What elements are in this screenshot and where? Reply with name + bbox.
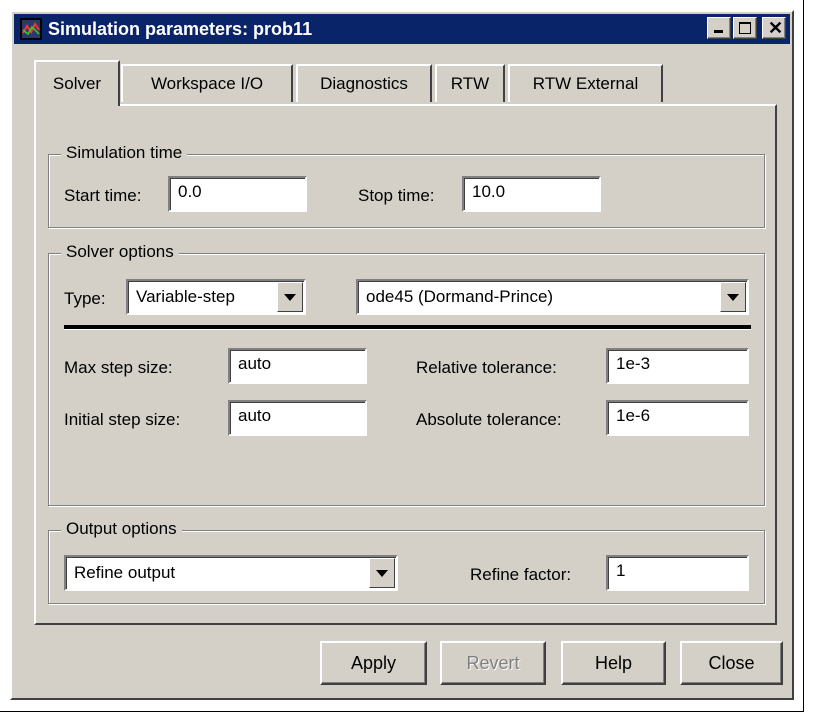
tab-label: RTW	[450, 74, 490, 93]
solver-method-select[interactable]: ode45 (Dormand-Prince)	[356, 279, 749, 315]
output-options-select[interactable]: Refine output	[64, 555, 398, 591]
minimize-icon	[714, 30, 723, 33]
stop-time-input[interactable]: 10.0	[462, 176, 601, 212]
title-bar[interactable]: Simulation parameters: prob11 ✕	[14, 14, 790, 44]
close-icon: ✕	[768, 18, 784, 38]
max-step-label: Max step size:	[64, 358, 173, 377]
solver-type-label: Type:	[64, 289, 106, 308]
refine-factor-input[interactable]: 1	[606, 555, 749, 591]
group-legend: Output options	[61, 519, 182, 539]
close-label: Close	[708, 652, 755, 673]
help-label: Help	[594, 652, 633, 673]
absolute-tolerance-input[interactable]: 1e-6	[606, 400, 749, 436]
dropdown-button[interactable]	[277, 282, 303, 312]
initial-step-input[interactable]: auto	[228, 400, 367, 436]
tab-label: RTW External	[532, 74, 639, 93]
maximize-button[interactable]	[733, 17, 757, 39]
stop-time-label: Stop time:	[358, 186, 435, 205]
output-options-value: Refine output	[74, 563, 176, 582]
solver-type-value: Variable-step	[136, 287, 235, 306]
revert-label: Revert	[466, 652, 520, 673]
simulink-app-icon	[20, 18, 42, 40]
chevron-down-icon	[376, 570, 388, 577]
help-button[interactable]: Help	[561, 641, 666, 685]
apply-button[interactable]: Apply	[320, 641, 427, 685]
solver-type-select[interactable]: Variable-step	[126, 279, 306, 315]
relative-tolerance-label: Relative tolerance:	[416, 358, 557, 377]
chevron-down-icon	[727, 294, 739, 301]
solver-method-value: ode45 (Dormand-Prince)	[366, 287, 554, 306]
tab-label: Workspace I/O	[150, 74, 264, 93]
solver-separator	[64, 325, 751, 330]
tab-rtw-external[interactable]: RTW External	[508, 64, 663, 102]
initial-step-label: Initial step size:	[64, 410, 181, 429]
close-window-button[interactable]: ✕	[762, 17, 786, 39]
tab-diagnostics[interactable]: Diagnostics	[296, 64, 432, 102]
refine-factor-label: Refine factor:	[470, 565, 572, 584]
group-legend: Simulation time	[61, 143, 188, 163]
window-title: Simulation parameters: prob11	[48, 18, 313, 39]
tab-solver[interactable]: Solver	[34, 60, 120, 106]
minimize-button[interactable]	[707, 17, 731, 39]
dropdown-button[interactable]	[369, 558, 395, 588]
tab-workspace-io[interactable]: Workspace I/O	[121, 64, 293, 102]
tab-label: Diagnostics	[320, 74, 408, 93]
tab-rtw[interactable]: RTW	[435, 64, 505, 102]
revert-button[interactable]: Revert	[440, 641, 546, 685]
dropdown-button[interactable]	[720, 282, 746, 312]
apply-label: Apply	[350, 652, 397, 673]
relative-tolerance-input[interactable]: 1e-3	[606, 348, 749, 384]
chevron-down-icon	[284, 294, 296, 301]
group-legend: Solver options	[61, 242, 179, 262]
close-button[interactable]: Close	[680, 641, 783, 685]
maximize-icon	[739, 22, 751, 34]
start-time-input[interactable]: 0.0	[168, 176, 307, 212]
start-time-label: Start time:	[64, 186, 142, 205]
tab-label: Solver	[52, 74, 102, 93]
max-step-input[interactable]: auto	[228, 348, 367, 384]
absolute-tolerance-label: Absolute tolerance:	[416, 410, 562, 429]
